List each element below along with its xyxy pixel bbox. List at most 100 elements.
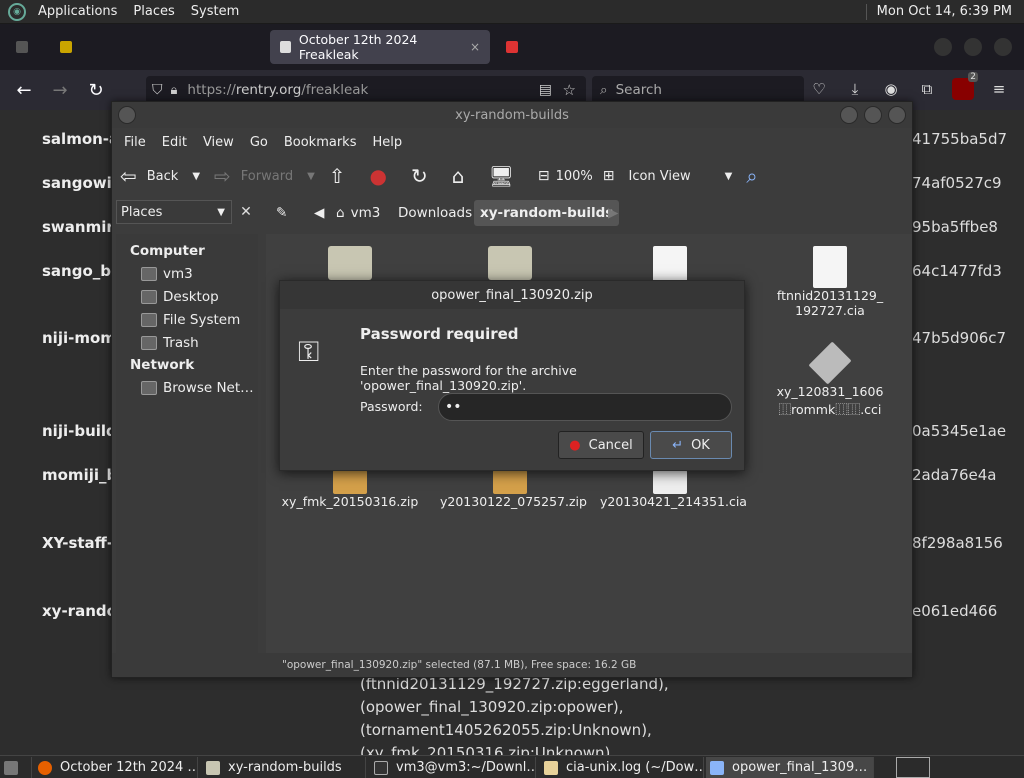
applications-menu[interactable]: Applications: [30, 4, 125, 19]
dialog-title[interactable]: opower_final_130920.zip: [280, 281, 744, 309]
home-button[interactable]: ⌂: [452, 164, 475, 188]
window-title: xy-random-builds: [455, 107, 569, 123]
page-entry-name[interactable]: sango_bu: [42, 262, 122, 280]
window-menu-icon[interactable]: [118, 106, 136, 124]
places-menu[interactable]: Places: [125, 4, 182, 19]
task-password-dialog[interactable]: opower_final_1309…: [706, 757, 874, 778]
shield-icon[interactable]: ⛉: [152, 82, 163, 98]
computer-button[interactable]: 🖥︎: [488, 164, 523, 188]
file-item[interactable]: y20130421_214351.cia: [600, 470, 747, 509]
computer-icon: 🖥︎: [488, 164, 514, 188]
up-button[interactable]: ⇧: [329, 164, 356, 188]
task-firefox[interactable]: October 12th 2024 …: [34, 757, 198, 778]
menu-go[interactable]: Go: [242, 135, 276, 150]
chevron-down-icon[interactable]: ▼: [192, 171, 200, 182]
file-item-folder[interactable]: [280, 246, 420, 280]
page-entry-name[interactable]: XY-staff-: [42, 534, 113, 552]
file-item[interactable]: xy_fmk_20150316.zip: [280, 470, 420, 509]
maximize-icon[interactable]: [864, 106, 882, 124]
close-icon[interactable]: [888, 106, 906, 124]
up-arrow-icon: ⇧: [328, 164, 346, 188]
file-item[interactable]: y20130122_075257.zip: [440, 470, 587, 509]
menu-help[interactable]: Help: [364, 135, 410, 150]
edit-location-icon[interactable]: ✎: [270, 200, 293, 226]
show-desktop-button[interactable]: [0, 757, 32, 778]
close-window-icon[interactable]: [994, 38, 1012, 56]
menu-edit[interactable]: Edit: [154, 135, 195, 150]
tab-inactive-3[interactable]: [496, 30, 586, 64]
lock-icon[interactable]: 🔒︎: [171, 83, 178, 98]
search-button[interactable]: ⌕: [746, 164, 767, 188]
page-entry-name[interactable]: salmon-a: [42, 130, 119, 148]
task-terminal[interactable]: vm3@vm3:~/Downl…: [370, 757, 536, 778]
chevron-down-icon[interactable]: ▼: [307, 171, 315, 182]
file-item[interactable]: xy_120831_1606 ⿲rommk⿲⿲.cci: [760, 341, 900, 418]
bookmark-star-icon[interactable]: ☆: [563, 81, 576, 99]
page-entry-name[interactable]: momiji_b: [42, 466, 117, 484]
tab-inactive-1[interactable]: [6, 30, 46, 64]
page-entry-hash: 95ba5ffbe8: [912, 218, 998, 236]
menu-file[interactable]: File: [116, 135, 154, 150]
breadcrumb-left-icon[interactable]: ◀: [308, 200, 330, 226]
back-arrow-icon[interactable]: ←: [8, 74, 40, 106]
workspace-switcher[interactable]: [896, 757, 930, 778]
file-item-folder[interactable]: [440, 246, 580, 280]
minimize-icon[interactable]: [840, 106, 858, 124]
reload-button[interactable]: ↻: [411, 164, 438, 188]
location-bar: Places ▼ ✕ ✎ ◀ ⌂ vm3 Downloads xy-random-b…: [112, 196, 912, 230]
stop-icon: ●: [369, 164, 387, 188]
account-icon[interactable]: ◉: [880, 78, 902, 100]
ublock-icon[interactable]: 2: [952, 72, 978, 100]
breadcrumb-right-icon[interactable]: ▶: [602, 200, 624, 226]
stop-button[interactable]: ●: [370, 164, 397, 188]
sidebar-item-trash[interactable]: Trash: [116, 331, 258, 354]
menu-bookmarks[interactable]: Bookmarks: [276, 135, 365, 150]
task-text-editor[interactable]: cia-unix.log (~/Dow…: [540, 757, 704, 778]
places-select[interactable]: Places ▼: [116, 200, 232, 224]
sidebar-item-desktop[interactable]: Desktop: [116, 285, 258, 308]
pocket-icon[interactable]: ♡: [808, 78, 830, 100]
task-file-manager[interactable]: xy-random-builds: [202, 757, 366, 778]
extensions-icon[interactable]: ⧉: [916, 78, 938, 100]
reader-view-icon[interactable]: ▤: [539, 82, 552, 98]
back-button[interactable]: ⇦ Back ▼: [120, 164, 200, 188]
search-bar[interactable]: ⌕ Search: [592, 76, 804, 104]
zoom-out-button[interactable]: ⊟ 100% ⊞: [538, 168, 615, 184]
distro-logo-icon[interactable]: ◉: [8, 2, 26, 21]
forward-button[interactable]: ⇨ Forward ▼: [214, 164, 315, 188]
maximize-icon[interactable]: [964, 38, 982, 56]
page-entry-name[interactable]: niji-momi: [42, 329, 121, 347]
file-item[interactable]: ftnnid20131129_ 192727.cia: [760, 246, 900, 318]
minimize-icon[interactable]: [934, 38, 952, 56]
page-entry-name[interactable]: sangowik: [42, 174, 122, 192]
zoom-in-icon[interactable]: ⊞: [603, 168, 615, 184]
cancel-button[interactable]: ● Cancel: [558, 431, 644, 459]
page-entry-name[interactable]: swanmirr: [42, 218, 121, 236]
bottom-taskbar: October 12th 2024 … xy-random-builds vm3…: [0, 755, 1024, 778]
clock[interactable]: Mon Oct 14, 6:39 PM: [877, 4, 1024, 19]
page-entry-hash: e061ed466: [912, 602, 998, 620]
breadcrumb-downloads[interactable]: Downloads: [392, 200, 478, 226]
view-mode-select[interactable]: Icon View ▼: [629, 169, 733, 184]
sidebar-item-browse-network[interactable]: Browse Net…: [116, 376, 258, 399]
url-scheme: https://: [187, 82, 236, 98]
reload-icon[interactable]: ↻: [80, 74, 112, 106]
hamburger-menu-icon[interactable]: ≡: [988, 78, 1010, 100]
sidebar-item-filesystem[interactable]: File System: [116, 308, 258, 331]
system-menu[interactable]: System: [183, 4, 247, 19]
close-tab-icon[interactable]: ×: [470, 40, 480, 54]
ok-button[interactable]: ↵ OK: [650, 431, 732, 459]
tab-active[interactable]: October 12th 2024 Freakleak ×: [270, 30, 490, 64]
window-titlebar[interactable]: xy-random-builds: [112, 102, 912, 128]
downloads-icon[interactable]: ⤓: [844, 78, 866, 100]
password-field[interactable]: [438, 393, 732, 421]
url-bar[interactable]: ⛉ 🔒︎ https:// rentry.org /freakleak ▤ ☆: [146, 76, 586, 104]
chevron-down-icon: ▼: [724, 170, 733, 182]
menu-view[interactable]: View: [195, 135, 242, 150]
sidebar-item-vm3[interactable]: vm3: [116, 262, 258, 285]
breadcrumb-vm3[interactable]: ⌂ vm3: [330, 200, 386, 226]
close-sidebar-icon[interactable]: ✕: [236, 200, 256, 224]
tab-inactive-2[interactable]: [50, 30, 264, 64]
breadcrumb-current[interactable]: xy-random-builds: [474, 200, 620, 226]
forward-arrow-icon[interactable]: →: [44, 74, 76, 106]
